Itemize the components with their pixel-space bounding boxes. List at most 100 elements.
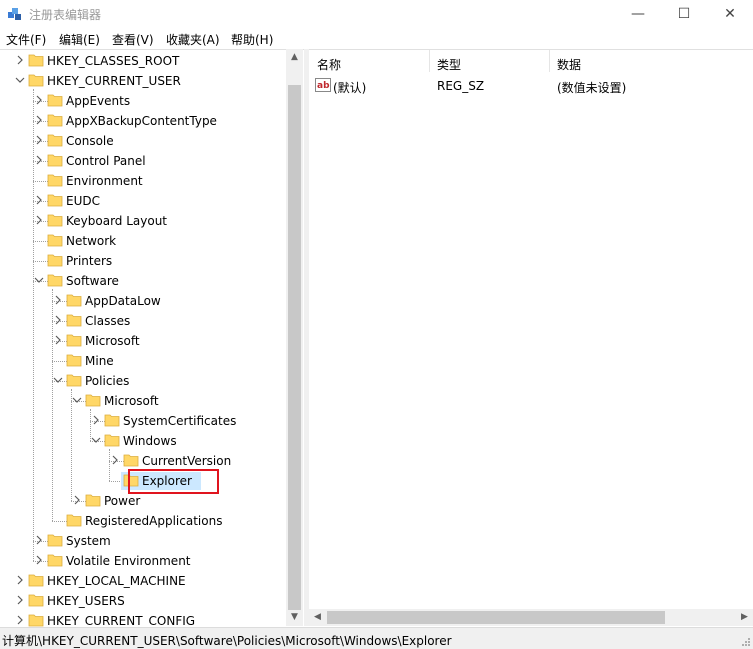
tree-item[interactable]: Software <box>0 271 286 291</box>
registry-editor-icon <box>8 8 21 20</box>
chevron-right-icon[interactable] <box>15 593 25 607</box>
tree-item[interactable]: Volatile Environment <box>0 551 286 571</box>
tree-item[interactable]: HKEY_USERS <box>0 591 286 611</box>
tree-item[interactable]: HKEY_LOCAL_MACHINE <box>0 571 286 591</box>
menu-help[interactable]: 帮助(H) <box>231 31 273 48</box>
menu-favorites[interactable]: 收藏夹(A) <box>166 31 220 48</box>
folder-icon <box>123 454 139 467</box>
tree-item[interactable]: AppDataLow <box>0 291 286 311</box>
tree-item[interactable]: Printers <box>0 251 286 271</box>
tree-item[interactable]: SystemCertificates <box>0 411 286 431</box>
chevron-right-icon[interactable] <box>15 613 25 627</box>
chevron-right-icon[interactable] <box>34 553 44 567</box>
tree-item-label: Classes <box>85 314 131 328</box>
tree-item[interactable]: Windows <box>0 431 286 451</box>
folder-icon <box>28 574 44 587</box>
tree-item[interactable]: Keyboard Layout <box>0 211 286 231</box>
tree-item[interactable]: System <box>0 531 286 551</box>
menu-view[interactable]: 查看(V) <box>112 31 154 48</box>
tree-item[interactable]: Network <box>0 231 286 251</box>
list-item[interactable]: ab (默认) REG_SZ (数值未设置) <box>309 77 749 95</box>
maximize-icon: ☐ <box>677 6 691 22</box>
chevron-right-icon[interactable] <box>34 213 44 227</box>
column-name-header[interactable]: 名称 <box>317 56 341 73</box>
tree-item-label: Console <box>66 134 114 148</box>
close-button[interactable]: ✕ <box>707 0 753 28</box>
values-list[interactable]: 名称 类型 数据 ab (默认) REG_SZ (数值未设置) <box>309 49 753 627</box>
chevron-right-icon[interactable] <box>34 133 44 147</box>
tree-item-label: System <box>66 534 111 548</box>
chevron-right-icon[interactable] <box>34 533 44 547</box>
chevron-down-icon[interactable] <box>91 433 101 447</box>
chevron-down-icon[interactable] <box>72 393 82 407</box>
menu-edit[interactable]: 编辑(E) <box>59 31 100 48</box>
chevron-right-icon[interactable] <box>34 153 44 167</box>
tree-item[interactable]: RegisteredApplications <box>0 511 286 531</box>
tree-item[interactable]: AppXBackupContentType <box>0 111 286 131</box>
tree-item-label: AppXBackupContentType <box>66 114 217 128</box>
minimize-button[interactable]: — <box>615 0 661 28</box>
tree-item-label: HKEY_CLASSES_ROOT <box>47 54 180 68</box>
chevron-right-icon[interactable] <box>15 573 25 587</box>
tree-item[interactable]: Policies <box>0 371 286 391</box>
tree-item[interactable]: AppEvents <box>0 91 286 111</box>
tree-item-label: Windows <box>123 434 177 448</box>
tree-item[interactable]: Control Panel <box>0 151 286 171</box>
svg-text:ab: ab <box>317 81 330 91</box>
registry-tree[interactable]: HKEY_CLASSES_ROOT HKEY_CURRENT_USER AppEve… <box>0 49 304 627</box>
folder-icon <box>66 514 82 527</box>
tree-item[interactable]: Console <box>0 131 286 151</box>
folder-icon <box>47 554 63 567</box>
scroll-down-icon[interactable]: ▼ <box>286 609 303 626</box>
maximize-button[interactable]: ☐ <box>661 0 707 28</box>
column-data-header[interactable]: 数据 <box>557 56 581 73</box>
chevron-right-icon[interactable] <box>53 333 63 347</box>
tree-item[interactable]: Microsoft <box>0 391 286 411</box>
chevron-right-icon[interactable] <box>53 293 63 307</box>
menu-file[interactable]: 文件(F) <box>6 31 46 48</box>
chevron-right-icon[interactable] <box>34 193 44 207</box>
chevron-down-icon[interactable] <box>15 73 25 87</box>
tree-item[interactable]: Mine <box>0 351 286 371</box>
tree-scroll-thumb[interactable] <box>288 85 301 610</box>
tree-item[interactable]: Microsoft <box>0 331 286 351</box>
chevron-right-icon[interactable] <box>110 453 120 467</box>
value-type: REG_SZ <box>437 79 485 93</box>
tree-item[interactable]: EUDC <box>0 191 286 211</box>
chevron-right-icon[interactable] <box>72 493 82 507</box>
folder-icon <box>104 434 120 447</box>
tree-item-label: CurrentVersion <box>142 454 232 468</box>
column-type-header[interactable]: 类型 <box>437 56 461 73</box>
folder-icon <box>66 314 82 327</box>
chevron-right-icon[interactable] <box>91 413 101 427</box>
tree-item[interactable]: CurrentVersion <box>0 451 286 471</box>
folder-icon <box>28 54 44 67</box>
chevron-down-icon[interactable] <box>53 373 63 387</box>
tree-item[interactable]: Power <box>0 491 286 511</box>
folder-icon <box>47 234 63 247</box>
scroll-right-icon[interactable]: ▶ <box>736 609 753 626</box>
list-scroll-thumb[interactable] <box>327 611 665 624</box>
list-horizontal-scrollbar[interactable]: ◀ ▶ <box>309 609 753 626</box>
tree-vertical-scrollbar[interactable]: ▲ ▼ <box>286 49 303 626</box>
chevron-right-icon[interactable] <box>34 93 44 107</box>
column-divider[interactable] <box>549 50 550 72</box>
tree-item[interactable]: Classes <box>0 311 286 331</box>
tree-item[interactable]: HKEY_CURRENT_CONFIG <box>0 611 286 627</box>
tree-item[interactable]: HKEY_CLASSES_ROOT <box>0 51 286 71</box>
chevron-right-icon[interactable] <box>15 53 25 67</box>
value-data: (数值未设置) <box>557 81 627 95</box>
title-bar: 注册表编辑器 — ☐ ✕ <box>0 0 753 28</box>
chevron-right-icon[interactable] <box>34 113 44 127</box>
tree-item-label: Volatile Environment <box>66 554 191 568</box>
resize-grip-icon[interactable] <box>741 637 751 647</box>
column-divider[interactable] <box>429 50 430 72</box>
scroll-left-icon[interactable]: ◀ <box>309 609 326 626</box>
scroll-up-icon[interactable]: ▲ <box>286 49 303 66</box>
tree-item[interactable]: Environment <box>0 171 286 191</box>
folder-icon <box>47 214 63 227</box>
tree-item-label: Environment <box>66 174 143 188</box>
chevron-right-icon[interactable] <box>53 313 63 327</box>
chevron-down-icon[interactable] <box>34 273 44 287</box>
tree-item[interactable]: HKEY_CURRENT_USER <box>0 71 286 91</box>
